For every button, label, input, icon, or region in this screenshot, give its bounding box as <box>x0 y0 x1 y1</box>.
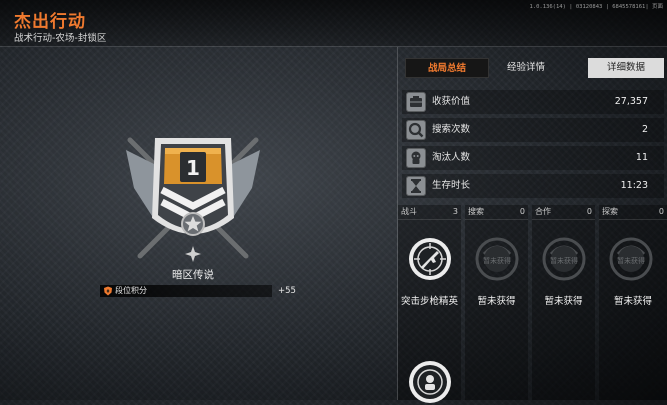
header-divider <box>0 46 667 47</box>
stat-label: 淘汰人数 <box>432 152 471 163</box>
stat-row-value: 收获价值 27,357 <box>402 90 664 114</box>
category-exploration[interactable]: 探索 0 暂未获得 暂未获得 <box>599 205 667 400</box>
value-icon <box>406 92 426 112</box>
detail-data-button[interactable]: 详细数据 <box>588 58 664 78</box>
stat-value: 27,357 <box>614 96 648 107</box>
stat-row-eliminations: 淘汰人数 11 <box>402 146 664 170</box>
locked-medal-icon: 暂未获得 <box>475 237 519 281</box>
category-header: 探索 0 <box>599 205 667 220</box>
tab-experience[interactable]: 经验详情 <box>495 58 557 78</box>
category-label: 搜索 <box>468 207 484 216</box>
stat-label: 搜索次数 <box>432 124 471 135</box>
version-info: 1.0.136(14) | 03120843 | 6845578161| 页面 <box>529 4 663 10</box>
category-count: 0 <box>658 207 664 216</box>
locked-medal-icon: 暂未获得 <box>542 237 586 281</box>
top-bar: 杰出行动 战术行动-农场-封锁区 1.0.136(14) | 03120843 … <box>0 0 667 46</box>
category-count: 3 <box>452 207 458 216</box>
rifle-medal-icon[interactable] <box>407 236 453 282</box>
search-icon <box>406 120 426 140</box>
medal-caption: 突击步枪精英 <box>400 296 458 307</box>
category-search[interactable]: 搜索 0 暂未获得 暂未获得 <box>465 205 528 400</box>
stat-row-search: 搜索次数 2 <box>402 118 664 142</box>
category-header: 搜索 0 <box>465 205 528 220</box>
tab-summary[interactable]: 战局总结 <box>405 58 489 78</box>
rank-points-icon <box>104 286 112 296</box>
rank-name: 暗区传说 <box>172 269 214 281</box>
medal-caption: 暂未获得 <box>477 296 516 307</box>
category-combat[interactable]: 战斗 3 突击步枪精英 <box>398 205 461 403</box>
svg-text:暂未获得: 暂未获得 <box>483 256 511 265</box>
category-label: 合作 <box>535 207 551 216</box>
category-cooperation[interactable]: 合作 0 暂未获得 暂未获得 <box>532 205 595 400</box>
medal-caption: 暂未获得 <box>613 296 652 307</box>
rank-points-label: 段位积分 <box>115 286 147 295</box>
category-header: 合作 0 <box>532 205 595 220</box>
elimination-icon <box>406 148 426 168</box>
medal-caption: 暂未获得 <box>544 296 583 307</box>
category-label: 战斗 <box>401 207 417 216</box>
category-header: 战斗 3 <box>398 205 461 220</box>
stat-label: 收获价值 <box>432 96 471 107</box>
rank-points-value: +55 <box>278 286 296 296</box>
stat-value: 2 <box>641 124 648 135</box>
rank-level-number: 1 <box>186 156 200 180</box>
page-title: 杰出行动 <box>14 12 86 32</box>
hourglass-icon <box>406 176 426 196</box>
category-count: 0 <box>519 207 525 216</box>
svg-text:暂未获得: 暂未获得 <box>550 256 578 265</box>
rank-points-bar: 段位积分 <box>100 285 272 297</box>
rank-badge-icon: 1 <box>126 137 260 262</box>
stat-value: 11:23 <box>620 180 648 191</box>
stat-value: 11 <box>635 152 648 163</box>
svg-text:暂未获得: 暂未获得 <box>617 256 645 265</box>
locked-medal-icon: 暂未获得 <box>609 237 653 281</box>
stat-row-survival: 生存时长 11:23 <box>402 174 664 198</box>
stat-label: 生存时长 <box>432 180 471 191</box>
sniper-medal-icon[interactable] <box>407 359 453 405</box>
category-count: 0 <box>586 207 592 216</box>
category-label: 探索 <box>602 207 618 216</box>
mode-subtitle: 战术行动-农场-封锁区 <box>14 33 107 44</box>
